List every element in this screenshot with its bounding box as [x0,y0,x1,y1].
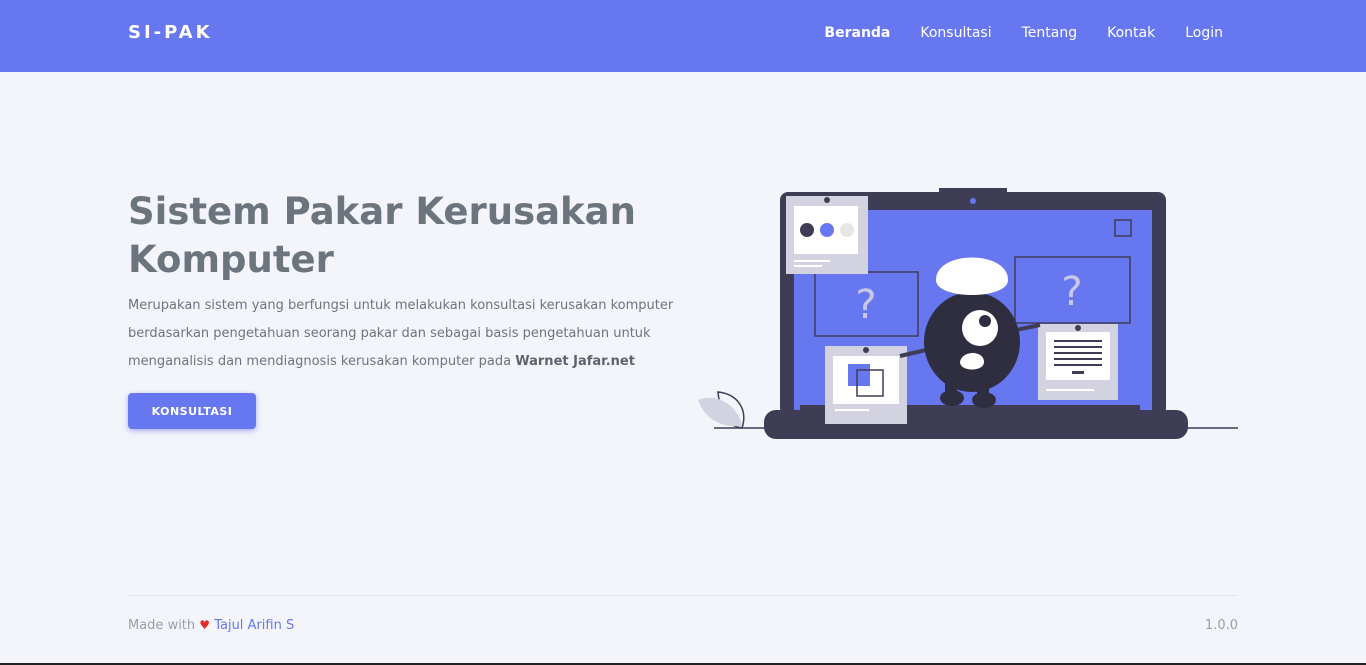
card-document [1038,324,1118,400]
footer-divider [128,595,1238,596]
hero-illustration: ? ? [698,188,1238,439]
footer-credit: Made with ♥ Tajul Arifin S [128,618,294,633]
nav-link-kontak[interactable]: Kontak [1107,25,1155,41]
footer-made-with: Made with [128,618,196,633]
footer-author-link[interactable]: Tajul Arifin S [214,618,294,633]
nav-menu: Beranda Konsultasi Tentang Kontak Login [794,25,1223,41]
card-dots [786,196,868,274]
konsultasi-button[interactable]: KONSULTASI [128,393,256,429]
nav-link-login[interactable]: Login [1185,25,1223,41]
hero-description-highlight: Warnet Jafar.net [515,354,635,369]
hero-description: Merupakan sistem yang berfungsi untuk me… [128,292,688,376]
question-mark-left: ? [855,282,876,328]
footer-version: 1.0.0 [1204,618,1238,633]
plant-icon [698,391,745,429]
nav-link-konsultasi[interactable]: Konsultasi [920,25,991,41]
navbar: SI-PAK Beranda Konsultasi Tentang Kontak… [0,0,1366,72]
card-squares [825,346,907,424]
heart-icon: ♥ [199,618,211,632]
nav-link-tentang[interactable]: Tentang [1022,25,1078,41]
brand-logo[interactable]: SI-PAK [128,22,213,43]
hero-title: Sistem Pakar Kerusakan Komputer [128,190,636,281]
question-mark-right: ? [1061,269,1082,315]
nav-link-beranda[interactable]: Beranda [824,25,890,41]
